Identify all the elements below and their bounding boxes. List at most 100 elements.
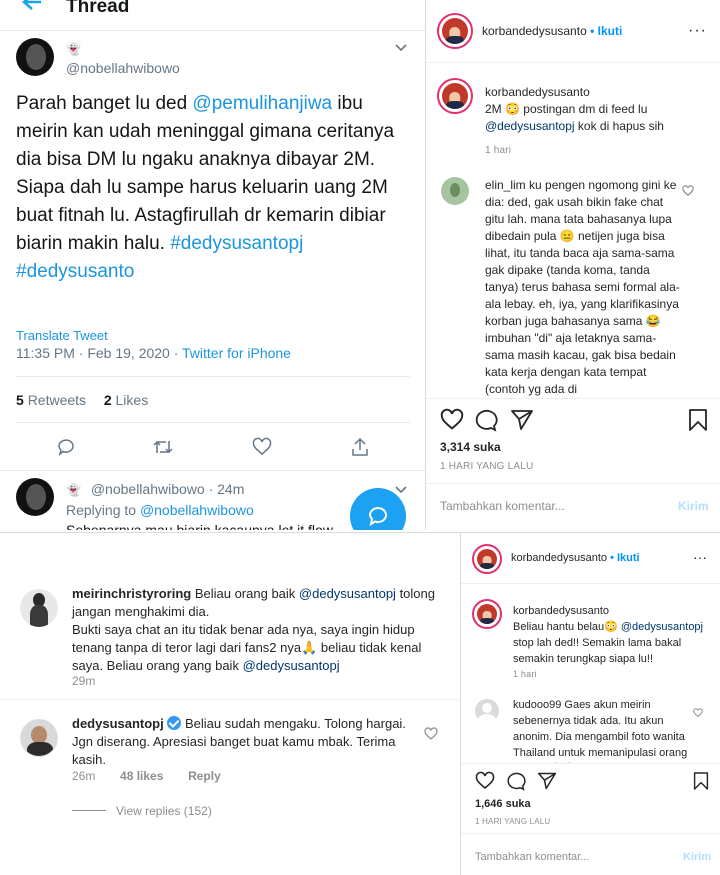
comment-username[interactable]: dedysusantopj — [72, 716, 164, 731]
share-icon[interactable] — [350, 436, 370, 458]
mention-link[interactable]: @pemulihanjiwa — [192, 93, 332, 114]
caption-text: kok di hapus sih — [574, 119, 664, 133]
comment-avatar[interactable] — [441, 177, 469, 205]
comment-time: 26m — [72, 769, 96, 783]
like-heart-icon[interactable] — [475, 771, 495, 791]
caption: korbandedysusanto Beliau hantu belau😳 @d… — [513, 603, 713, 667]
post-header: korbandedysusanto • Ikuti — [482, 24, 622, 38]
follow-button[interactable]: • Ikuti — [610, 552, 640, 564]
mention-link[interactable]: @dedysusantopj — [621, 621, 703, 633]
replying-to-link[interactable]: @nobellahwibowo — [140, 502, 254, 518]
caption-username[interactable]: korbandedysusanto — [513, 603, 713, 619]
tweet-stats: 5 Retweets 2 Likes — [16, 392, 148, 408]
caption-text: Beliau hantu belau😳 — [513, 621, 621, 633]
comment-like-heart-icon[interactable] — [693, 705, 703, 718]
caption-text: stop lah ded!! Semakin lama bakal semaki… — [513, 637, 682, 665]
like-heart-icon[interactable] — [440, 408, 464, 432]
commenter-avatar[interactable] — [20, 589, 58, 627]
comment-likes[interactable]: 48 likes — [120, 769, 163, 783]
comment-bubble-icon[interactable] — [474, 408, 498, 432]
add-comment-input[interactable]: Tambahkan komentar... — [475, 851, 589, 863]
retweet-icon[interactable] — [152, 437, 174, 457]
comment-bubble-icon[interactable] — [506, 771, 526, 791]
tweet-meta: 11:35 PM · Feb 19, 2020 · Twitter for iP… — [16, 345, 291, 361]
comment-meta: 26m 48 likes Reply — [72, 769, 221, 783]
back-arrow-icon[interactable] — [20, 0, 44, 12]
username[interactable]: korbandedysusanto — [511, 552, 607, 564]
comment-text: Beliau orang baik — [194, 586, 299, 601]
reply-handle[interactable]: @nobellahwibowo — [91, 481, 205, 497]
add-comment-input[interactable]: Tambahkan komentar... — [440, 499, 565, 513]
caption-username[interactable]: korbandedysusanto — [485, 84, 711, 101]
comment-like-heart-icon[interactable] — [682, 184, 694, 196]
page-title: Thread — [66, 0, 130, 17]
post-comment-button[interactable]: Kirim — [678, 499, 709, 513]
likes-label[interactable]: Likes — [116, 392, 149, 408]
replying-to: Replying to @nobellahwibowo — [66, 502, 254, 518]
comment-username[interactable]: kudooo99 — [513, 699, 561, 711]
reply-button[interactable]: Reply — [188, 769, 221, 783]
mention-link[interactable]: @dedysusantopj — [485, 119, 575, 133]
reply-time: · 24m — [208, 481, 245, 497]
chevron-down-icon[interactable] — [394, 40, 408, 52]
comment-text: ku pengen ngomong gini ke dia: ded, gak … — [485, 178, 680, 396]
share-paper-plane-icon[interactable] — [537, 771, 557, 791]
likes-count[interactable]: 3,314 suka — [440, 440, 501, 454]
bookmark-icon[interactable] — [688, 408, 708, 432]
comment-dedy: dedysusantopj Beliau sudah mengaku. Tolo… — [72, 715, 412, 769]
post-date: 1 HARI YANG LALU — [440, 461, 534, 472]
comment-avatar[interactable] — [475, 699, 499, 723]
post-header: korbandedysusanto • Ikuti — [511, 552, 640, 564]
mention-link[interactable]: @dedysusantopj — [299, 586, 396, 601]
reply-header: 👻 @nobellahwibowo · 24m — [66, 481, 244, 497]
tweet-source[interactable]: Twitter for iPhone — [182, 345, 291, 361]
avatar[interactable] — [472, 544, 502, 574]
ig-post-2-panel: korbandedysusanto • Ikuti ··· korbandedy… — [460, 532, 720, 875]
caption-avatar[interactable] — [472, 599, 502, 629]
twitter-thread-panel: Thread 👻 @nobellahwibowo Parah banget lu… — [0, 0, 426, 530]
caption-time: 1 hari — [485, 145, 512, 156]
replying-prefix: Replying to — [66, 502, 140, 518]
tweet-text-part: Parah banget lu ded — [16, 93, 193, 114]
more-options-icon[interactable]: ··· — [693, 549, 707, 565]
view-replies-button[interactable]: View replies (152) — [116, 804, 212, 818]
tweet-handle[interactable]: @nobellahwibowo — [66, 60, 180, 76]
comment-username[interactable]: elin_lim — [485, 178, 526, 192]
compose-fab-button[interactable] — [350, 488, 406, 530]
comment-meirin: meirinchristyroring Beliau orang baik @d… — [72, 585, 442, 675]
more-options-icon[interactable]: ··· — [688, 22, 707, 40]
reply-avatar[interactable] — [16, 478, 54, 516]
ghost-icon: 👻 — [66, 483, 81, 497]
ghost-icon: 👻 — [66, 42, 81, 56]
comment: elin_lim ku pengen ngomong gini ke dia: … — [485, 177, 685, 397]
bookmark-icon[interactable] — [693, 771, 709, 791]
mention-link[interactable]: @dedysusantopj — [243, 658, 340, 673]
comment-like-heart-icon[interactable] — [424, 727, 438, 741]
ig-comments-panel: meirinchristyroring Beliau orang baik @d… — [0, 532, 460, 875]
likes-count: 2 — [103, 392, 112, 408]
reply-text-truncated: Sebenarnya mau biarin kacaunya let it fl… — [66, 522, 333, 530]
caption-avatar[interactable] — [437, 78, 473, 114]
post-date: 1 HARI YANG LALU — [475, 817, 551, 826]
avatar[interactable] — [16, 38, 54, 76]
like-heart-icon[interactable] — [252, 437, 272, 457]
tweet-text-part: ibu meirin kan udah meninggal gimana cer… — [16, 93, 395, 254]
retweets-label[interactable]: Retweets — [28, 392, 86, 408]
translate-tweet-link[interactable]: Translate Tweet — [16, 328, 108, 343]
tweet-time: 11:35 PM · Feb 19, 2020 · — [16, 345, 183, 361]
retweets-count: 5 — [16, 392, 24, 408]
comment: kudooo99 Gaes akun meirin sebenernya tid… — [513, 697, 689, 763]
follow-button[interactable]: • Ikuti — [590, 24, 622, 38]
post-comment-button[interactable]: Kirim — [683, 851, 711, 863]
avatar[interactable] — [437, 13, 473, 49]
share-paper-plane-icon[interactable] — [510, 408, 534, 432]
comment-time: 29m — [72, 674, 96, 688]
comment-username[interactable]: meirinchristyroring — [72, 586, 191, 601]
likes-count[interactable]: 1,646 suka — [475, 798, 531, 810]
caption-text: 2M 😳 postingan dm di feed lu — [485, 102, 648, 116]
username[interactable]: korbandedysusanto — [482, 24, 587, 38]
reply-icon[interactable] — [56, 437, 76, 457]
commenter-avatar[interactable] — [20, 719, 58, 757]
verified-badge-icon — [167, 716, 182, 730]
divider — [72, 810, 106, 811]
